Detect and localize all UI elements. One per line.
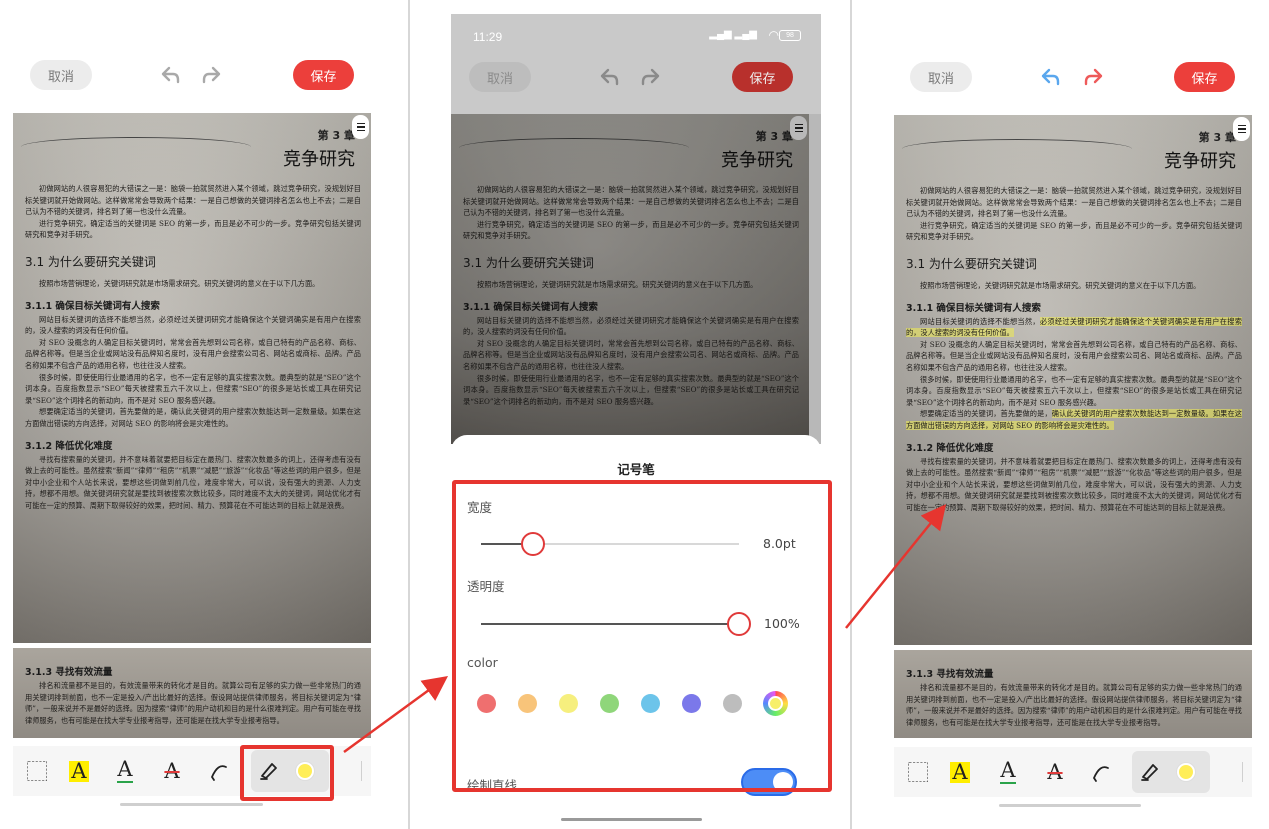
- callout-arrows: [343, 504, 947, 754]
- screenshot-root: 取消 保存 第 3 章 竞争研究 初做网站的人很容易犯的大错误之一是：脑袋一拍就…: [0, 0, 1269, 829]
- arrow-to-settings: [343, 676, 449, 754]
- arrow-to-result: [845, 504, 947, 629]
